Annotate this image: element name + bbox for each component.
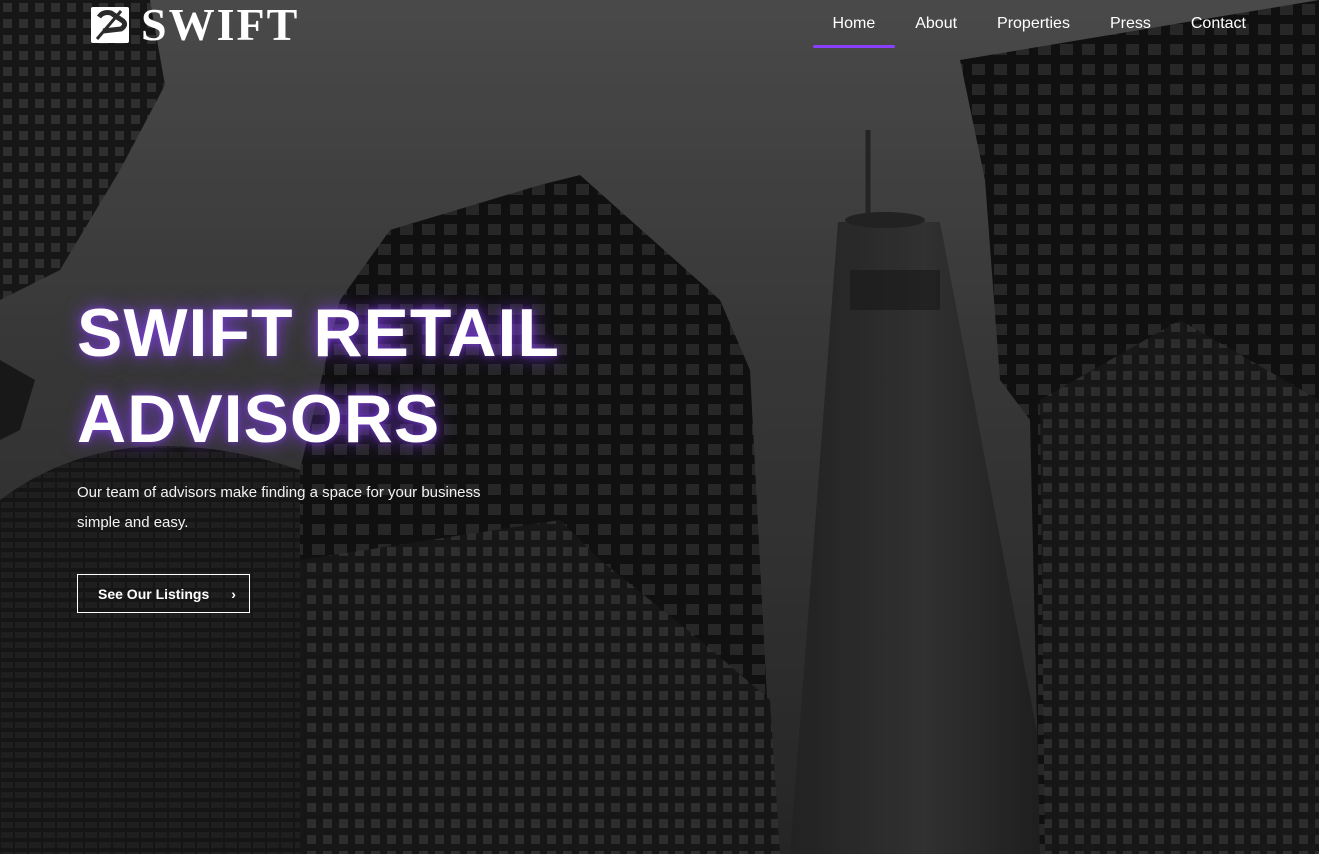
- cta-label: See Our Listings: [98, 585, 210, 602]
- nav-item-properties[interactable]: Properties: [977, 0, 1090, 48]
- swift-logo-icon: [91, 7, 129, 43]
- main-navigation: Home About Properties Press Contact: [812, 0, 1266, 48]
- logo-text: SWIFT: [141, 0, 300, 50]
- hero-headline-line2: ADVISORS: [77, 381, 441, 457]
- nav-item-contact[interactable]: Contact: [1171, 0, 1266, 48]
- see-our-listings-button[interactable]: See Our Listings ›: [77, 574, 250, 613]
- nav-item-about[interactable]: About: [895, 0, 977, 48]
- chevron-right-icon: ›: [231, 585, 236, 602]
- hero-description-line1: Our team of advisors make finding a spac…: [77, 484, 481, 501]
- hero-description-line2: simple and easy.: [77, 514, 189, 531]
- hero-description: Our team of advisors make finding a spac…: [77, 478, 537, 538]
- hero-headline-line1: SWIFT RETAIL: [77, 295, 560, 371]
- nav-item-press[interactable]: Press: [1090, 0, 1171, 48]
- brand-logo[interactable]: SWIFT: [89, 0, 300, 50]
- hero-section: SWIFT Home About Properties Press Contac…: [0, 0, 1319, 854]
- hero-headline: SWIFT RETAIL ADVISORS: [77, 290, 597, 462]
- nav-item-home[interactable]: Home: [812, 0, 896, 48]
